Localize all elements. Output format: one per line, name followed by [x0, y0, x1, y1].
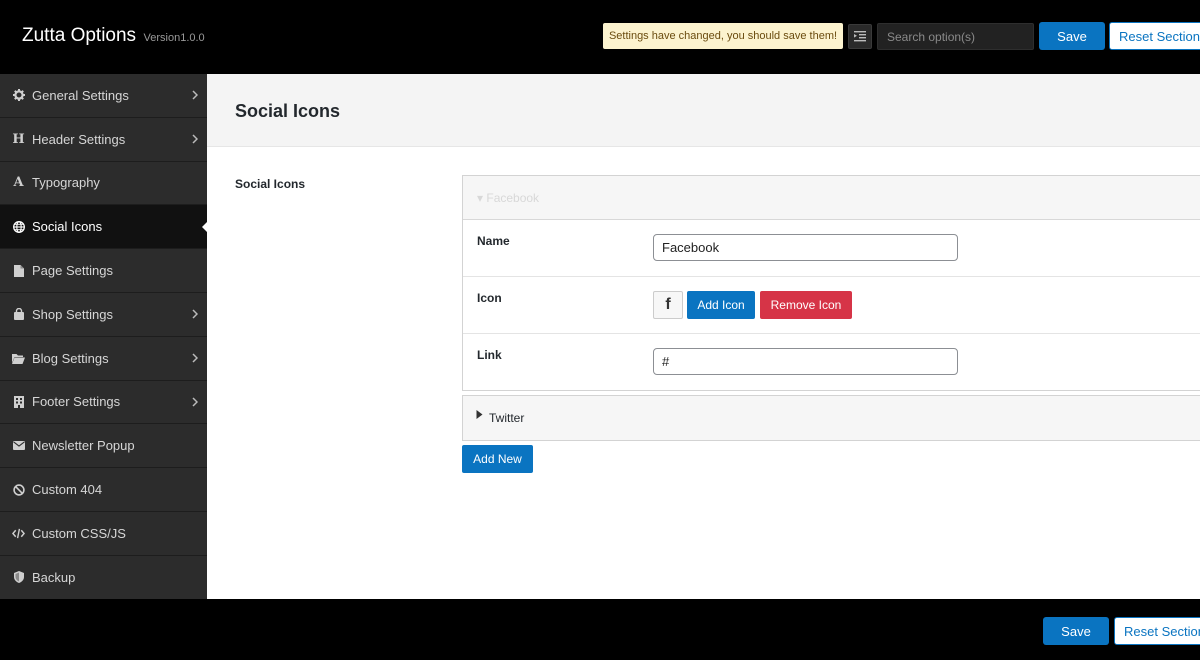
font-icon: A — [13, 175, 24, 191]
footer-bar: Save Reset Section — [0, 599, 1200, 660]
globe-icon — [12, 220, 25, 233]
unsaved-changes-notice: Settings have changed, you should save t… — [603, 23, 843, 49]
code-icon — [12, 527, 25, 540]
chevron-right-icon — [192, 309, 198, 319]
add-icon-button[interactable]: Add Icon — [687, 291, 755, 319]
sidebar-item-label: Backup — [32, 569, 76, 585]
name-label: Name — [477, 234, 510, 248]
sidebar-item-newsletter-popup[interactable]: Newsletter Popup — [0, 424, 207, 469]
accordion-title: Twitter — [489, 411, 525, 425]
heading-icon: H — [12, 131, 25, 147]
brand: Zutta Options Version1.0.0 — [22, 25, 205, 47]
social-group-facebook: ▾ Facebook Name Icon f Add Icon Remove I… — [462, 175, 1200, 391]
expand-all-button[interactable] — [848, 24, 872, 49]
field-row-icon: Icon f Add Icon Remove Icon — [463, 277, 1200, 334]
remove-icon-button[interactable]: Remove Icon — [760, 291, 852, 319]
save-button[interactable]: Save — [1039, 22, 1105, 50]
accordion-title: ▾ Facebook — [477, 191, 540, 205]
save-button[interactable]: Save — [1043, 617, 1109, 645]
shopping-bag-icon — [12, 308, 25, 321]
sidebar-item-label: Social Icons — [32, 219, 103, 235]
sidebar-item-label: Custom CSS/JS — [32, 525, 126, 541]
sidebar-item-shop-settings[interactable]: Shop Settings — [0, 293, 207, 337]
sidebar-item-label: Blog Settings — [32, 350, 109, 366]
gear-icon — [12, 89, 25, 102]
ban-icon — [12, 483, 25, 496]
section-header — [207, 74, 1200, 147]
chevron-right-icon — [192, 134, 198, 144]
page-title: Social Icons — [235, 101, 341, 121]
sidebar-item-header-settings[interactable]: H Header Settings — [0, 118, 207, 162]
sidebar-item-page-settings[interactable]: Page Settings — [0, 249, 207, 293]
chevron-right-icon — [192, 397, 198, 407]
accordion-header-facebook[interactable]: ▾ Facebook — [463, 176, 1200, 220]
envelope-icon — [12, 439, 25, 452]
sidebar-item-social-icons[interactable]: Social Icons — [0, 205, 207, 250]
sidebar-item-custom-404[interactable]: Custom 404 — [0, 468, 207, 512]
sidebar-item-general-settings[interactable]: General Settings — [0, 74, 207, 118]
link-label: Link — [477, 348, 502, 362]
link-field[interactable] — [653, 348, 958, 375]
app-version: Version1.0.0 — [143, 32, 205, 44]
top-header: Zutta Options Version1.0.0 Settings have… — [0, 0, 1200, 74]
field-label-social-icons: Social Icons — [235, 177, 306, 191]
sidebar-item-typography[interactable]: A Typography — [0, 162, 207, 206]
chevron-right-icon — [192, 90, 198, 100]
field-row-link: Link — [463, 334, 1200, 390]
sidebar: General Settings H Header Settings A Typ… — [0, 74, 207, 600]
sidebar-item-label: Footer Settings — [32, 394, 121, 410]
sidebar-item-blog-settings[interactable]: Blog Settings — [0, 337, 207, 381]
sidebar-item-label: Shop Settings — [32, 306, 113, 322]
main-panel: Social Icons Social Icons ▾ Facebook Nam… — [207, 74, 1200, 599]
file-icon — [12, 264, 25, 277]
sidebar-item-label: General Settings — [32, 87, 129, 103]
add-new-button[interactable]: Add New — [462, 445, 533, 473]
icon-label: Icon — [477, 291, 502, 305]
reset-section-button[interactable]: Reset Section — [1109, 22, 1200, 50]
sidebar-item-label: Header Settings — [32, 131, 126, 147]
caret-right-icon — [476, 410, 483, 419]
sidebar-item-label: Newsletter Popup — [32, 438, 135, 454]
sidebar-item-label: Page Settings — [32, 263, 113, 279]
reset-section-button[interactable]: Reset Section — [1114, 617, 1200, 645]
field-row-name: Name — [463, 220, 1200, 277]
sidebar-item-custom-css-js[interactable]: Custom CSS/JS — [0, 512, 207, 556]
sidebar-item-footer-settings[interactable]: Footer Settings — [0, 381, 207, 425]
search-input[interactable] — [877, 23, 1034, 50]
accordion-header-twitter[interactable]: Twitter — [462, 395, 1200, 441]
building-icon — [12, 395, 25, 408]
sidebar-item-label: Custom 404 — [32, 482, 103, 498]
app-title: Zutta Options — [22, 25, 137, 46]
list-indent-icon — [854, 31, 866, 42]
folder-open-icon — [12, 352, 25, 365]
name-field[interactable] — [653, 234, 958, 261]
chevron-right-icon — [192, 353, 198, 363]
sidebar-item-backup[interactable]: Backup — [0, 556, 207, 600]
shield-icon — [12, 571, 25, 584]
facebook-icon: f — [653, 291, 683, 319]
sidebar-item-label: Typography — [32, 175, 100, 191]
